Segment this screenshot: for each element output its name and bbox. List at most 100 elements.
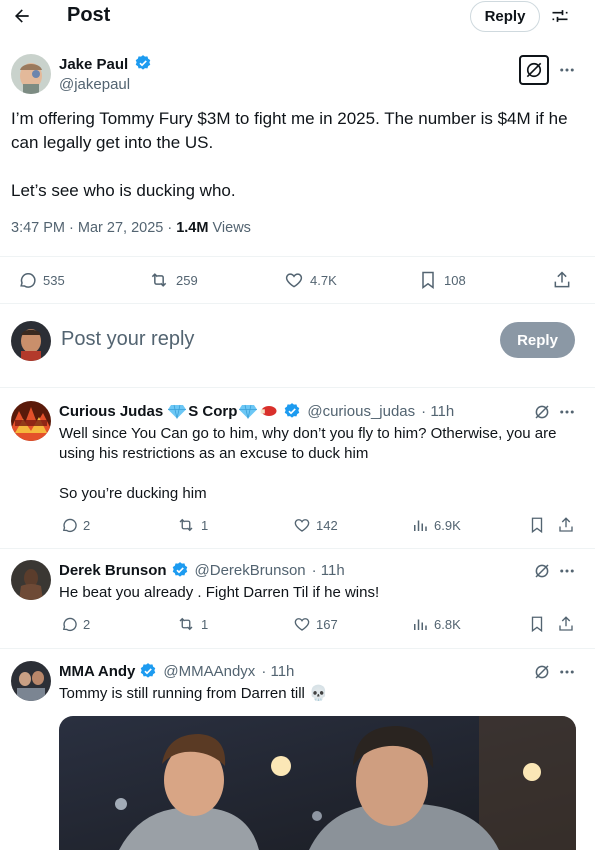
post-text: I’m offering Tommy Fury $3M to fight me … bbox=[11, 109, 568, 200]
heart-icon bbox=[294, 519, 310, 532]
share-action[interactable] bbox=[552, 270, 572, 290]
more-dots-icon bbox=[560, 68, 574, 72]
author-name-row[interactable]: Jake Paul bbox=[59, 54, 152, 73]
bookmark-icon bbox=[531, 517, 543, 534]
diamond-emoji-icon bbox=[239, 404, 258, 419]
reply-text: He beat you already . Fight Darren Til i… bbox=[59, 584, 380, 601]
bookmark-action[interactable] bbox=[528, 516, 546, 534]
share-icon bbox=[554, 271, 570, 288]
reply-bubble-icon bbox=[62, 518, 77, 533]
repost-count: 1 bbox=[201, 616, 209, 632]
reply-header: MMA Andy @MMAAndyx · 11h bbox=[59, 662, 294, 680]
share-action[interactable] bbox=[557, 516, 575, 534]
author-handle[interactable]: @jakepaul bbox=[59, 76, 130, 93]
boxing-glove-emoji-icon bbox=[261, 406, 277, 416]
share-icon bbox=[559, 616, 573, 631]
reply-author-name[interactable]: Curious Judas bbox=[59, 403, 163, 420]
reply-composer-input[interactable]: Post your reply bbox=[61, 328, 194, 351]
reply-more-button[interactable] bbox=[556, 401, 578, 423]
repost-count: 1 bbox=[201, 517, 209, 533]
like-count: 167 bbox=[316, 616, 338, 632]
page-title: Post bbox=[67, 4, 111, 26]
verified-badge-icon bbox=[136, 55, 151, 70]
bookmark-action[interactable] bbox=[528, 615, 546, 633]
grok-icon bbox=[535, 405, 549, 419]
repost-count: 259 bbox=[176, 272, 198, 288]
share-icon bbox=[559, 517, 573, 532]
grok-button[interactable] bbox=[531, 401, 553, 423]
reply-action[interactable]: 535 bbox=[17, 270, 65, 290]
reply-more-button[interactable] bbox=[556, 560, 578, 582]
bookmark-icon bbox=[531, 616, 543, 633]
current-user-avatar[interactable] bbox=[11, 321, 51, 361]
reply-bubble-icon bbox=[20, 273, 36, 288]
reply-action[interactable]: 2 bbox=[60, 516, 90, 534]
more-dots-icon bbox=[560, 410, 574, 414]
reply-avatar[interactable] bbox=[11, 560, 51, 600]
back-button[interactable] bbox=[8, 0, 36, 32]
repost-action[interactable]: 1 bbox=[176, 516, 208, 534]
reply-avatar[interactable] bbox=[11, 661, 51, 701]
bookmark-icon bbox=[422, 271, 434, 289]
like-count: 4.7K bbox=[310, 272, 337, 288]
post-meta: 3:47 PM · Mar 27, 2025 · 1.4M Views bbox=[11, 220, 251, 236]
reply-time[interactable]: · 11h bbox=[312, 562, 345, 579]
like-action[interactable]: 142 bbox=[293, 516, 338, 534]
arrow-left-icon bbox=[15, 9, 29, 23]
reply-action[interactable]: 2 bbox=[60, 615, 90, 633]
views-count: 6.9K bbox=[434, 517, 461, 533]
reply-author-handle[interactable]: @MMAAndyx bbox=[163, 663, 255, 680]
grok-icon bbox=[535, 665, 549, 679]
divider bbox=[0, 548, 595, 549]
divider bbox=[0, 256, 595, 257]
views-action[interactable]: 6.9K bbox=[411, 516, 461, 534]
reply-count: 535 bbox=[43, 272, 65, 288]
author-avatar[interactable] bbox=[11, 54, 51, 94]
bookmark-action[interactable]: 108 bbox=[418, 270, 466, 290]
reply-author-handle[interactable]: @DerekBrunson bbox=[195, 562, 306, 579]
more-dots-icon bbox=[560, 569, 574, 573]
reply-more-button[interactable] bbox=[556, 661, 578, 683]
repost-icon bbox=[179, 617, 193, 631]
repost-action[interactable]: 1 bbox=[176, 615, 208, 633]
reply-time[interactable]: · 11h bbox=[421, 403, 454, 420]
views-action[interactable]: 6.8K bbox=[411, 615, 461, 633]
heart-icon bbox=[285, 273, 303, 288]
reply-time[interactable]: · 11h bbox=[261, 663, 294, 680]
verified-badge-icon bbox=[172, 562, 187, 577]
grok-button[interactable] bbox=[519, 55, 549, 85]
grok-button[interactable] bbox=[531, 560, 553, 582]
reply-author-name-suffix[interactable]: S Corp bbox=[188, 403, 237, 420]
views-label: Views bbox=[208, 220, 251, 236]
post-timestamp[interactable]: 3:47 PM · Mar 27, 2025 · bbox=[11, 220, 176, 236]
reply-avatar[interactable] bbox=[11, 401, 51, 441]
share-action[interactable] bbox=[557, 615, 575, 633]
repost-icon bbox=[179, 518, 193, 532]
reply-author-name[interactable]: Derek Brunson bbox=[59, 562, 167, 579]
reply-author-name[interactable]: MMA Andy bbox=[59, 663, 135, 680]
reply-count: 2 bbox=[83, 616, 91, 632]
repost-action[interactable]: 259 bbox=[148, 270, 198, 290]
views-count: 6.8K bbox=[434, 616, 461, 632]
reply-author-handle[interactable]: @curious_judas bbox=[307, 403, 415, 420]
reply-header: Curious Judas S Corp @curious_judas · 11… bbox=[59, 402, 454, 420]
analytics-bars-icon bbox=[414, 619, 427, 630]
more-dots-icon bbox=[560, 670, 574, 674]
header-reply-button[interactable]: Reply bbox=[470, 1, 540, 32]
like-action[interactable]: 4.7K bbox=[284, 270, 337, 290]
composer-reply-button[interactable]: Reply bbox=[500, 322, 575, 358]
divider bbox=[0, 303, 595, 304]
bookmark-count: 108 bbox=[444, 272, 466, 288]
views-count: 1.4M bbox=[176, 220, 209, 236]
tune-settings-button[interactable] bbox=[548, 4, 572, 28]
reply-media-image[interactable] bbox=[59, 716, 576, 850]
sliders-icon bbox=[552, 10, 568, 22]
like-action[interactable]: 167 bbox=[293, 615, 338, 633]
grok-button[interactable] bbox=[531, 661, 553, 683]
diamond-emoji-icon bbox=[168, 404, 187, 419]
reply-text: Well since You Can go to him, why don’t … bbox=[59, 425, 557, 502]
heart-icon bbox=[294, 618, 310, 631]
post-more-button[interactable] bbox=[556, 59, 578, 81]
grok-icon bbox=[535, 564, 549, 578]
reply-text: Tommy is still running from Darren till … bbox=[59, 685, 328, 702]
